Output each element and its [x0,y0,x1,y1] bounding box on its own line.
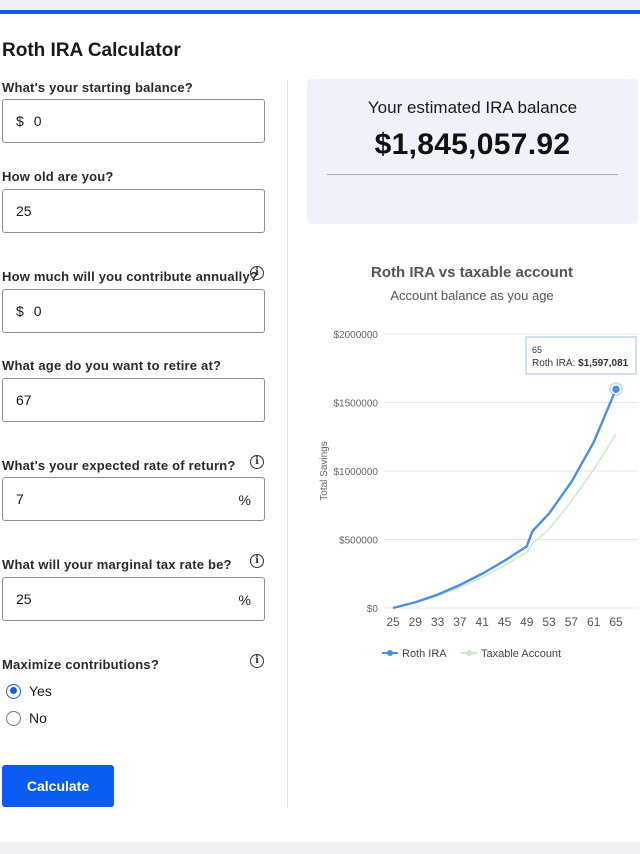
x-tick-label: 45 [498,615,512,629]
info-icon[interactable]: i [250,654,264,668]
annual-contribution-label: How much will you contribute annually? [2,269,259,284]
retire-age-label: What age do you want to retire at? [2,358,222,373]
starting-balance-value: 0 [33,113,42,129]
radio-label-yes: Yes [29,683,52,699]
x-tick-label: 29 [409,615,423,629]
radio-button[interactable] [6,710,21,726]
bottom-bar [0,842,640,854]
info-icon[interactable]: i [250,554,264,568]
y-tick-label: $2000000 [334,330,379,341]
tax-rate-input[interactable]: 25 % [2,577,265,621]
x-tick-label: 25 [386,615,400,629]
age-label: How old are you? [2,169,114,184]
info-icon[interactable]: i [250,455,264,469]
radio-label-no: No [29,710,47,726]
maximize-label: Maximize contributions? [2,657,160,672]
rate-of-return-value: 7 [16,491,24,507]
radio-option-yes[interactable]: Yes [6,683,52,699]
x-tick-label: 37 [453,615,467,629]
series-line-roth-ira [392,388,618,610]
y-tick-label: $0 [367,604,379,615]
x-tick-label: 65 [609,615,623,629]
retire-age-value: 67 [16,392,32,408]
radio-option-no[interactable]: No [6,710,47,726]
annual-contribution-input[interactable]: $ 0 [2,289,265,333]
rate-of-return-label: What's your expected rate of return? [2,458,236,473]
x-tick-label: 57 [565,615,579,629]
percent-suffix: % [238,492,251,508]
result-label: Your estimated IRA balance [367,98,578,117]
starting-balance-input[interactable]: $ 0 [2,99,265,143]
y-tick-label: $1500000 [334,399,379,410]
legend-marker [466,650,472,656]
currency-prefix: $ [16,113,24,129]
info-icon[interactable]: i [250,266,264,280]
savings-line-chart: $0 $500000 $1000000 $1500000 $2000000 25 29 33 3… [319,330,638,660]
calculate-button[interactable]: Calculate [2,765,114,807]
retire-age-input[interactable]: 67 [2,378,265,422]
x-tick-label: 61 [587,615,601,629]
x-tick-label: 41 [476,615,490,629]
legend-marker [387,650,393,656]
tax-rate-label: What will your marginal tax rate be? [2,557,232,572]
column-divider [287,80,288,808]
radio-button-selected[interactable] [6,683,21,699]
tooltip-value: $1,597,081 [578,358,628,369]
rate-of-return-input[interactable]: 7 % [2,477,265,521]
percent-suffix: % [238,592,251,608]
x-tick-label: 53 [542,615,556,629]
x-tick-label: 49 [520,615,534,629]
starting-balance-label: What's your starting balance? [2,80,193,95]
legend-label: Roth IRA [402,648,447,660]
top-bar [0,0,640,10]
tax-rate-value: 25 [16,591,32,607]
data-point [610,383,622,395]
legend-label: Taxable Account [481,648,561,660]
age-input[interactable]: 25 [2,189,265,233]
page-title: Roth IRA Calculator [2,40,181,61]
result-value: $1,845,057.92 [374,128,571,161]
y-axis-label: Total Savings [319,441,330,500]
age-value: 25 [16,203,32,219]
currency-prefix: $ [16,303,24,319]
tooltip-age: 65 [532,345,542,355]
top-accent-bar [0,10,640,14]
tooltip-series: Roth IRA: $1,597,081 [532,358,629,369]
annual-contribution-value: 0 [33,303,42,319]
chart-title: Roth IRA vs taxable account [371,264,573,281]
result-divider [327,174,618,175]
chart-subtitle: Account balance as you age [390,288,554,303]
x-tick-label: 33 [431,615,445,629]
result-card: Your estimated IRA balance $1,845,057.92 [307,79,638,224]
y-tick-label: $500000 [339,536,378,547]
y-tick-label: $1000000 [334,467,379,478]
